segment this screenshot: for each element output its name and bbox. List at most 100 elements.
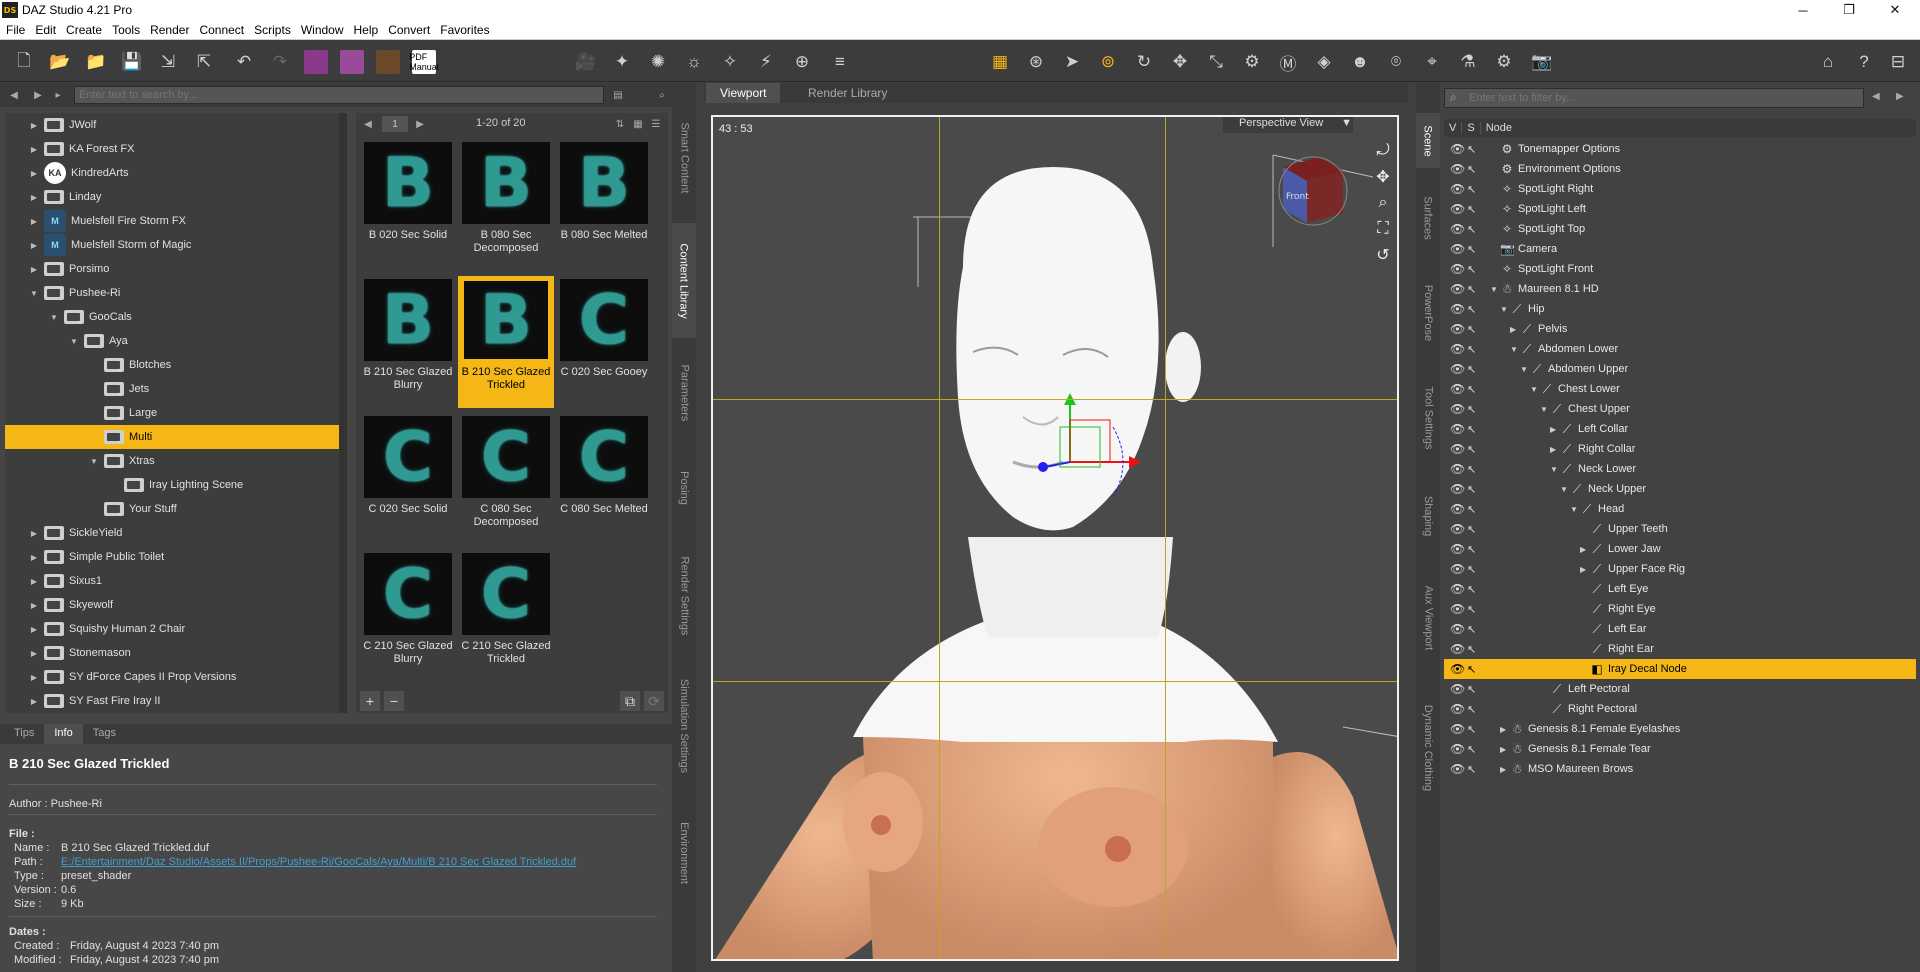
import-icon[interactable]: ⇲ <box>154 48 182 76</box>
scene-node[interactable]: 👁 ↖ ▼ ⟋ Head <box>1444 499 1916 519</box>
side-tab-posing[interactable]: Posing <box>672 448 696 528</box>
view-selector[interactable]: Perspective View ▼ <box>1223 117 1353 133</box>
tree-item[interactable]: ▶ Porsimo <box>5 257 339 281</box>
scene-node[interactable]: 👁 ↖ ⟋ Right Eye <box>1444 599 1916 619</box>
chevron-down-icon[interactable]: ▼ <box>1510 345 1518 354</box>
open-file-icon[interactable]: 📂 <box>46 48 74 76</box>
content-tile[interactable]: C C 080 Sec Melted <box>556 413 652 545</box>
chevron-right-icon[interactable]: ▶ <box>1580 565 1586 574</box>
select-arrow-icon[interactable]: ↖ <box>1467 743 1476 756</box>
eye-icon[interactable]: 👁 <box>1450 422 1465 436</box>
forward-arrow-icon[interactable]: ▶ <box>1896 91 1904 102</box>
pan-icon[interactable]: ✥ <box>1372 166 1394 188</box>
select-arrow-icon[interactable]: ↖ <box>1467 423 1476 436</box>
menu-create[interactable]: Create <box>66 23 102 37</box>
tree-item[interactable]: Blotches <box>5 353 339 377</box>
scene-node[interactable]: 👁 ↖ ▼ ⟋ Neck Upper <box>1444 479 1916 499</box>
tree-item[interactable]: ▼ Xtras <box>5 449 339 473</box>
prev-page-icon[interactable]: ◀ <box>360 117 376 131</box>
scene-node[interactable]: 👁 ↖ ▶ ⟋ Lower Jaw <box>1444 539 1916 559</box>
orbit-icon[interactable]: ⤾ <box>1372 140 1394 162</box>
menu-help[interactable]: Help <box>354 23 379 37</box>
eye-icon[interactable]: 👁 <box>1450 362 1465 376</box>
side-tab-dynamic-clothing[interactable]: Dynamic Clothing <box>1416 683 1440 813</box>
chevron-down-icon[interactable]: ▼ <box>29 289 39 298</box>
scene-node[interactable]: 👁 ↖ ▼ ⟋ Abdomen Upper <box>1444 359 1916 379</box>
eye-icon[interactable]: 👁 <box>1450 162 1465 176</box>
side-tab-simulation-settings[interactable]: Simulation Settings <box>672 663 696 788</box>
redo-icon[interactable]: ↷ <box>266 48 294 76</box>
scene-node[interactable]: 👁 ↖ ✧ SpotLight Right <box>1444 179 1916 199</box>
scene-filter-input[interactable] <box>1444 88 1864 108</box>
tree-item[interactable]: ▶ Sixus1 <box>5 569 339 593</box>
scene-node[interactable]: 👁 ↖ ▶ ⟋ Pelvis <box>1444 319 1916 339</box>
select-arrow-icon[interactable]: ↖ <box>1467 763 1476 776</box>
chevron-right-icon[interactable]: ▶ <box>29 649 39 658</box>
eye-icon[interactable]: 👁 <box>1450 442 1465 456</box>
scene-node[interactable]: 👁 ↖ ▼ ⟋ Chest Lower <box>1444 379 1916 399</box>
tree-item[interactable]: ▶ SickleYield <box>5 521 339 545</box>
chevron-right-icon[interactable]: ▶ <box>29 553 39 562</box>
select-arrow-icon[interactable]: ↖ <box>1467 443 1476 456</box>
tree-item[interactable]: ▶ SY dForce Capes II Prop Versions <box>5 665 339 689</box>
content-tile[interactable]: C C 080 Sec Decomposed <box>458 413 554 545</box>
content-tile[interactable]: C C 210 Sec Glazed Blurry <box>360 550 456 682</box>
selectable-column[interactable]: S <box>1462 122 1481 134</box>
list-view-icon[interactable]: ☰ <box>648 117 664 131</box>
select-arrow-icon[interactable]: ↖ <box>1467 703 1476 716</box>
render-camera-icon[interactable]: ⌾ <box>1382 48 1410 76</box>
tree-item[interactable]: ▶ Squishy Human 2 Chair <box>5 617 339 641</box>
scene-node[interactable]: 👁 ↖ ⟋ Upper Teeth <box>1444 519 1916 539</box>
back-arrow-icon[interactable]: ◀ <box>1872 91 1880 102</box>
tab-render-library[interactable]: Render Library <box>794 83 901 103</box>
frame-icon[interactable]: ⛶ <box>1372 218 1394 240</box>
scene-node[interactable]: 👁 ↖ ✧ SpotLight Left <box>1444 199 1916 219</box>
eye-icon[interactable]: 👁 <box>1450 562 1465 576</box>
select-arrow-icon[interactable]: ↖ <box>1467 183 1476 196</box>
eye-icon[interactable]: 👁 <box>1450 762 1465 776</box>
node-column[interactable]: Node <box>1481 122 1517 134</box>
select-arrow-icon[interactable]: ↖ <box>1467 203 1476 216</box>
chevron-right-icon[interactable]: ▶ <box>29 169 39 178</box>
icon-view-icon[interactable]: ▦ <box>630 117 646 131</box>
side-tab-shaping[interactable]: Shaping <box>1416 478 1440 553</box>
side-tab-scene[interactable]: Scene <box>1416 113 1440 168</box>
tree-item[interactable]: Your Stuff <box>5 497 339 521</box>
select-arrow-icon[interactable]: ↖ <box>1467 303 1476 316</box>
chevron-right-icon[interactable]: ▶ <box>1550 445 1556 454</box>
eye-icon[interactable]: 👁 <box>1450 622 1465 636</box>
select-arrow-icon[interactable]: ↖ <box>1467 463 1476 476</box>
side-tab-tool-settings[interactable]: Tool Settings <box>1416 368 1440 468</box>
scene-node[interactable]: 👁 ↖ ⚙ Environment Options <box>1444 159 1916 179</box>
side-tab-smart-content[interactable]: Smart Content <box>672 113 696 203</box>
eye-icon[interactable]: 👁 <box>1450 282 1465 296</box>
tree-item[interactable]: ▼ GooCals <box>5 305 339 329</box>
scene-node[interactable]: 👁 ↖ ✧ SpotLight Top <box>1444 219 1916 239</box>
select-arrow-icon[interactable]: ↖ <box>1467 283 1476 296</box>
scene-node[interactable]: 👁 ↖ ▼ ⟋ Neck Lower <box>1444 459 1916 479</box>
side-tab-aux-viewport[interactable]: Aux Viewport <box>1416 563 1440 673</box>
point-light-icon[interactable]: ✺ <box>644 48 672 76</box>
side-tab-environment[interactable]: Environment <box>672 798 696 908</box>
add-button[interactable]: + <box>360 691 380 711</box>
select-arrow-icon[interactable]: ↖ <box>1467 543 1476 556</box>
scale-icon[interactable]: ⤡ <box>1202 48 1230 76</box>
grid-tool-icon[interactable]: ▦ <box>986 48 1014 76</box>
maximize-button[interactable]: ❐ <box>1826 0 1872 20</box>
menu-favorites[interactable]: Favorites <box>440 23 489 37</box>
eye-icon[interactable]: 👁 <box>1450 742 1465 756</box>
search-options-icon[interactable]: ▤ <box>610 88 626 102</box>
scene-node[interactable]: 👁 ↖ ▼ ⟋ Chest Upper <box>1444 399 1916 419</box>
menu-connect[interactable]: Connect <box>199 23 244 37</box>
camera-tool-icon[interactable]: 🎥 <box>572 48 600 76</box>
page-number[interactable]: 1 <box>382 116 408 132</box>
scene-node[interactable]: 👁 ↖ ⟋ Left Eye <box>1444 579 1916 599</box>
scene-node[interactable]: 👁 ↖ ⟋ Left Pectoral <box>1444 679 1916 699</box>
scene-node[interactable]: 👁 ↖ ✧ SpotLight Front <box>1444 259 1916 279</box>
sun-light-icon[interactable]: ☼ <box>680 48 708 76</box>
chevron-right-icon[interactable]: ▶ <box>29 241 39 250</box>
scene-node[interactable]: 👁 ↖ ▶ ☃ Genesis 8.1 Female Eyelashes <box>1444 719 1916 739</box>
preset-thumbnail-1[interactable] <box>304 50 328 74</box>
select-arrow-icon[interactable]: ↖ <box>1467 483 1476 496</box>
chevron-down-icon[interactable]: ▼ <box>49 313 59 322</box>
